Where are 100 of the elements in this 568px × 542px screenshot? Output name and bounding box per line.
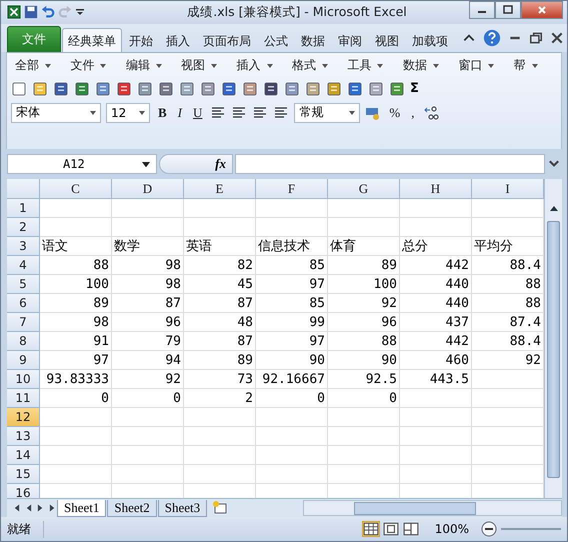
table-cell: 97 — [256, 275, 328, 294]
vertical-scrollbar[interactable] — [544, 179, 562, 498]
bold-button[interactable]: B — [155, 104, 170, 121]
table-cell: 89 — [40, 294, 112, 314]
row-header[interactable]: 6 — [7, 294, 40, 314]
table-cell — [328, 199, 400, 218]
ribbon-tab[interactable]: 页面布局 — [197, 28, 257, 52]
row-header[interactable]: 13 — [7, 427, 40, 446]
font-field[interactable]: 宋体 — [11, 102, 101, 123]
menu-item[interactable]: 编辑 — [122, 56, 170, 76]
table-cell: 87 — [184, 332, 256, 352]
row-header[interactable]: 5 — [7, 275, 40, 294]
table-cell: 79 — [112, 332, 184, 352]
ribbon-tab[interactable]: 插入 — [160, 28, 196, 52]
row-header[interactable]: 8 — [7, 332, 40, 352]
ribbon-tab[interactable]: 视图 — [369, 28, 405, 52]
formula-input[interactable] — [235, 154, 545, 174]
italic-button[interactable]: I — [174, 104, 186, 121]
sheet-tab[interactable]: Sheet2 — [107, 500, 157, 517]
scroll-up-icon[interactable] — [550, 206, 558, 211]
window-title: 成绩.xls [兼容模式] - Microsoft Excel — [186, 4, 408, 21]
increase-decimal-icon[interactable] — [422, 104, 438, 121]
menu-item[interactable]: 工具 — [343, 56, 391, 76]
sum-button[interactable]: Σ — [410, 81, 419, 96]
table-cell — [256, 427, 328, 446]
minimize-button[interactable] — [469, 1, 495, 19]
row-header[interactable]: 4 — [7, 256, 40, 276]
ribbon-tab[interactable]: 数据 — [295, 28, 331, 52]
menu-item[interactable]: 窗口 — [454, 56, 502, 76]
percent-button[interactable]: % — [386, 104, 404, 121]
normal-view-icon[interactable] — [362, 522, 379, 536]
table-cell: 87 — [184, 294, 256, 314]
close-icon[interactable] — [550, 30, 564, 45]
underline-button[interactable]: U — [190, 104, 206, 121]
maximize-button[interactable] — [495, 1, 521, 19]
table-cell: 0 — [256, 389, 328, 408]
page-layout-icon[interactable] — [382, 522, 399, 536]
menu-item[interactable]: 全部 — [11, 56, 58, 76]
ribbon-tab[interactable]: 公式 — [258, 28, 294, 52]
page-break-icon[interactable] — [402, 522, 419, 536]
row-header[interactable]: 2 — [7, 218, 40, 238]
restore-icon[interactable] — [529, 30, 543, 45]
help-icon[interactable] — [483, 28, 501, 47]
menu-item[interactable]: 格式 — [288, 56, 336, 76]
ribbon-tab[interactable]: 开始 — [123, 28, 159, 52]
row-header[interactable]: 3 — [7, 237, 40, 256]
table-cell: 73 — [184, 370, 256, 390]
table-cell: 90 — [328, 351, 400, 370]
menu-item[interactable]: 文件 — [66, 56, 114, 76]
zoom-out-icon[interactable] — [481, 521, 497, 538]
document-icon[interactable] — [11, 80, 27, 97]
customize-icon[interactable] — [75, 7, 85, 18]
zoom-level[interactable]: 100% — [434, 522, 469, 536]
next-sheet-icon[interactable] — [37, 504, 44, 512]
column-header[interactable]: C — [40, 179, 112, 200]
new-sheet-icon[interactable] — [212, 501, 228, 516]
menu-item[interactable]: 插入 — [232, 56, 280, 76]
file-tab[interactable]: 文件 — [7, 26, 61, 52]
horizontal-scrollbar[interactable] — [303, 500, 562, 516]
close-button[interactable] — [521, 1, 563, 19]
row-header[interactable]: 10 — [7, 370, 40, 390]
sheet-tab[interactable]: Sheet3 — [158, 500, 208, 517]
ribbon-tab[interactable]: 加载项 — [406, 28, 454, 52]
table-cell — [256, 446, 328, 466]
font-size-field[interactable]: 12 — [106, 102, 150, 123]
row-header[interactable]: 12 — [7, 408, 40, 428]
row-header[interactable]: 15 — [7, 465, 40, 484]
row-header[interactable]: 9 — [7, 351, 40, 370]
ribbon-tab[interactable]: 审阅 — [332, 28, 368, 52]
menu-item[interactable]: 帮 — [510, 56, 558, 76]
first-sheet-icon[interactable] — [13, 504, 20, 512]
row-header[interactable]: 14 — [7, 446, 40, 466]
table-cell: 91 — [40, 332, 112, 352]
comma-button[interactable]: , — [408, 104, 418, 121]
menu-item[interactable]: 视图 — [177, 56, 225, 76]
ribbon-tab[interactable]: 经典菜单 — [62, 28, 122, 52]
column-header[interactable]: I — [472, 179, 544, 200]
table-cell: 92 — [112, 370, 184, 390]
row-header[interactable]: 1 — [7, 199, 40, 218]
prev-sheet-icon[interactable] — [25, 504, 32, 512]
table-cell — [40, 427, 112, 446]
table-cell: 2 — [184, 389, 256, 408]
caret-icon — [432, 64, 439, 68]
name-box[interactable]: A12 — [7, 154, 157, 174]
column-header[interactable]: G — [328, 179, 400, 200]
menu-item[interactable]: 数据 — [398, 56, 446, 76]
excel-icon[interactable] — [7, 5, 21, 20]
sheet-tab[interactable]: Sheet1 — [57, 500, 106, 517]
row-header[interactable]: 11 — [7, 389, 40, 408]
column-header[interactable]: E — [184, 179, 256, 200]
row-header[interactable]: 16 — [7, 484, 40, 498]
insert-function-button[interactable]: fx — [215, 156, 226, 172]
column-header[interactable]: H — [400, 179, 472, 200]
table-cell: 100 — [328, 275, 400, 294]
column-header[interactable]: D — [112, 179, 184, 200]
row-header[interactable]: 7 — [7, 313, 40, 332]
caret-icon — [90, 110, 96, 115]
number-format-field[interactable]: 常规 — [294, 102, 360, 123]
table-cell: 总分 — [400, 237, 472, 256]
column-header[interactable]: F — [256, 179, 328, 200]
